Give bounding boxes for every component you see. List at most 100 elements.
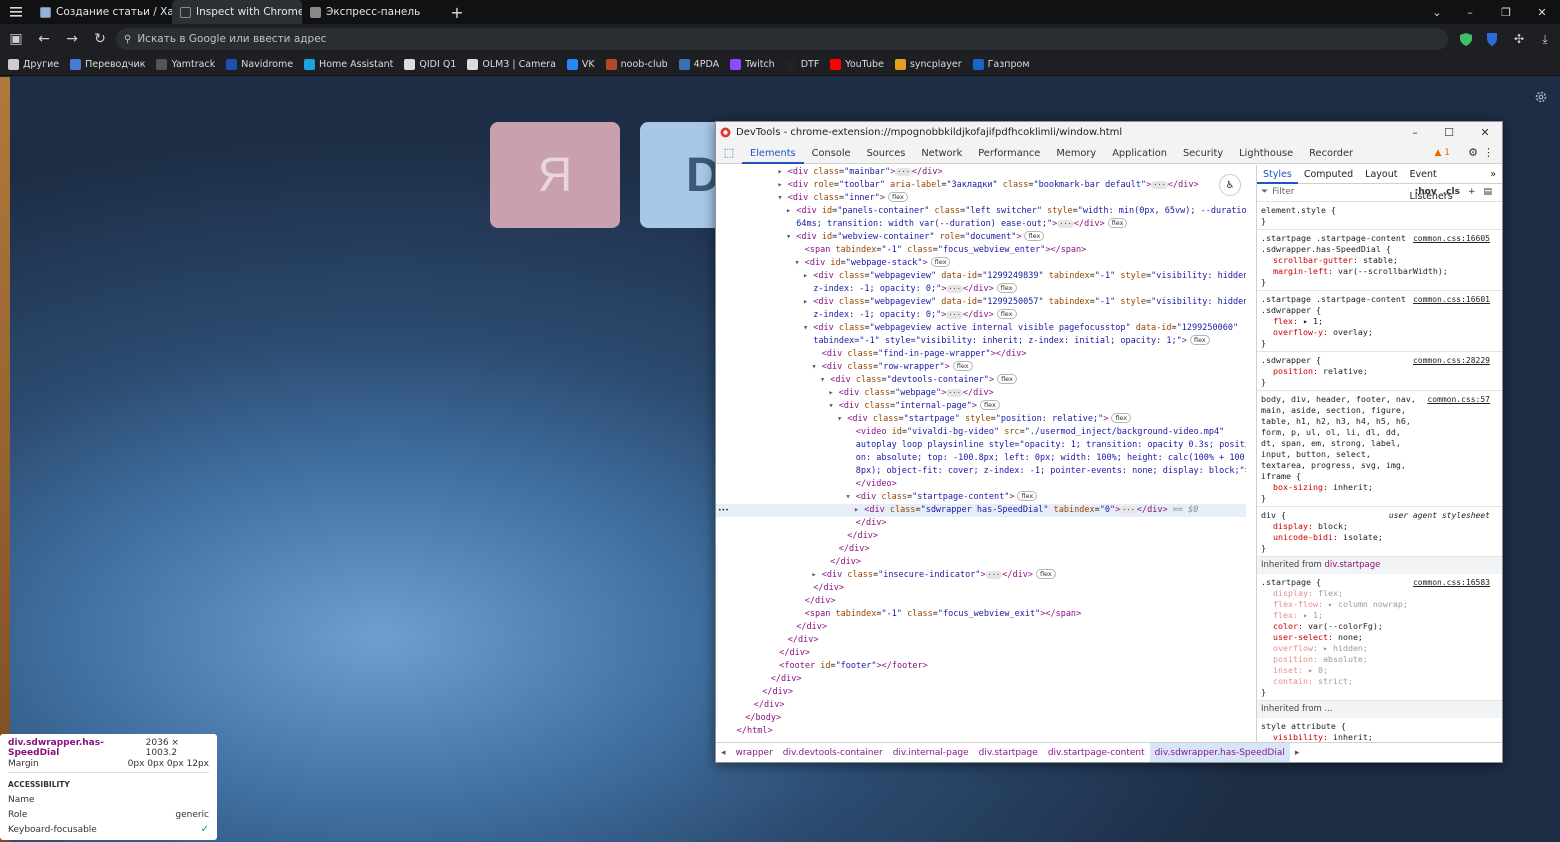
new-tab-button[interactable]: + (442, 3, 472, 22)
new-rule-icon[interactable]: + (1468, 187, 1476, 198)
expand-triangle-icon[interactable]: ▾ (837, 414, 847, 424)
expand-triangle-icon[interactable] (812, 349, 822, 359)
rule-source-link[interactable]: common.css:28229 (1413, 355, 1490, 366)
devtools-tab-application[interactable]: Application (1104, 142, 1175, 164)
breadcrumb-item[interactable]: wrapper (731, 748, 778, 758)
breadcrumb-item[interactable]: div.startpage-content (1043, 748, 1150, 758)
expand-triangle-icon[interactable]: ▸ (778, 167, 788, 177)
bookmark-11[interactable]: DTF (785, 59, 819, 70)
collapsed-ellipsis[interactable]: ··· (946, 311, 963, 319)
dom-node-line[interactable]: </body> (735, 712, 781, 725)
dom-node-line[interactable]: ▸ <div class="webpage"> ··· </div> (829, 387, 994, 400)
expand-triangle-icon[interactable]: ▸ (778, 180, 788, 190)
css-property[interactable]: unicode-bidi: isolate; (1261, 532, 1498, 543)
dom-node-line[interactable]: ▸ <div class="sdwrapper has-SpeedDial" t… (854, 504, 1198, 517)
dom-node-line[interactable]: ▾ <div id="webpage-stack"> flex (795, 257, 951, 270)
css-property[interactable]: overflow-y: overlay; (1261, 327, 1498, 338)
dom-node-line[interactable]: </div> (778, 634, 819, 647)
download-icon[interactable]: ⤓ (1534, 28, 1556, 50)
tab-list-icon[interactable]: ⌄ (1422, 6, 1452, 19)
hov-toggle[interactable]: :hov (1415, 187, 1437, 198)
dom-node-line[interactable]: 64ms; transition: width var(--duration) … (786, 218, 1128, 231)
settings-gear-icon[interactable] (1534, 90, 1548, 104)
devtools-tab-recorder[interactable]: Recorder (1301, 142, 1361, 164)
breadcrumb-item[interactable]: div.internal-page (888, 748, 974, 758)
css-property[interactable]: user-select: none; (1261, 632, 1498, 643)
adguard-icon[interactable] (1455, 28, 1477, 50)
expand-triangle-icon[interactable]: ▸ (812, 570, 822, 580)
bitwarden-icon[interactable] (1481, 28, 1503, 50)
dom-node-line[interactable]: autoplay loop playsinline style="opacity… (846, 439, 1246, 452)
dom-node-line[interactable]: </div> (846, 517, 887, 530)
accessibility-tree-button[interactable]: ♿ (1219, 174, 1241, 196)
dom-node-line[interactable]: </div> (752, 686, 793, 699)
dom-node-line[interactable]: ▸ <div id="panels-container" class="left… (786, 205, 1246, 218)
dt-maximize-icon[interactable]: ☐ (1432, 122, 1466, 142)
bookmark-10[interactable]: Twitch (730, 59, 775, 70)
dom-node-line[interactable]: z-index: -1; opacity: 0;"> ··· </div> flex (803, 309, 1017, 322)
flex-badge[interactable]: flex (979, 400, 1000, 410)
bookmark-5[interactable]: QIDI Q1 (404, 59, 456, 70)
expand-triangle-icon[interactable] (727, 726, 737, 736)
css-property[interactable]: flex: ▸ 1; (1261, 610, 1498, 621)
css-property[interactable]: display: block; (1261, 521, 1498, 532)
expand-triangle-icon[interactable]: ▸ (829, 388, 839, 398)
minimize-icon[interactable]: – (1452, 6, 1488, 19)
expand-triangle-icon[interactable]: ▾ (786, 232, 796, 242)
expand-triangle-icon[interactable] (837, 531, 847, 541)
dom-node-line[interactable]: <div class="find-in-page-wrapper"></div> (812, 348, 1027, 361)
devtools-tab-lighthouse[interactable]: Lighthouse (1231, 142, 1301, 164)
styles-subtab-event-listeners[interactable]: Event Listeners (1403, 165, 1484, 202)
flex-badge[interactable]: flex (1111, 413, 1132, 423)
expand-triangle-icon[interactable]: ▸ (803, 271, 813, 281)
expand-triangle-icon[interactable] (769, 661, 779, 671)
bookmark-8[interactable]: noob-club (605, 59, 668, 70)
css-property[interactable]: scrollbar-gutter: stable; (1261, 255, 1498, 266)
expand-triangle-icon[interactable] (795, 609, 805, 619)
devtools-tab-network[interactable]: Network (913, 142, 970, 164)
menu-button[interactable] (0, 0, 32, 24)
rule-source-link[interactable]: common.css:57 (1427, 394, 1490, 405)
dom-node-line[interactable]: ▸ <div class="webpageview" data-id="1299… (803, 296, 1246, 309)
css-property[interactable]: color: var(--colorFg); (1261, 621, 1498, 632)
flex-badge[interactable]: flex (1107, 218, 1128, 228)
expand-triangle-icon[interactable]: ▾ (795, 258, 805, 268)
flex-badge[interactable]: flex (996, 309, 1017, 319)
devtools-tab-elements[interactable]: Elements (742, 142, 804, 164)
flex-badge[interactable]: flex (997, 374, 1017, 384)
bookmark-2[interactable]: Yamtrack (156, 59, 215, 70)
breadcrumb-item[interactable]: div.startpage (974, 748, 1043, 758)
bookmark-1[interactable]: Переводчик (70, 59, 145, 70)
flex-badge[interactable]: flex (1017, 491, 1038, 501)
css-property[interactable]: overflow: ▸ hidden; (1261, 643, 1498, 654)
reload-icon[interactable]: ↻ (86, 25, 114, 53)
expand-triangle-icon[interactable] (803, 284, 813, 294)
dom-node-line[interactable]: </div> (786, 621, 827, 634)
more-options-icon[interactable]: ⋮ (1483, 146, 1494, 159)
css-property[interactable]: box-sizing: inherit; (1261, 482, 1498, 493)
expand-triangle-icon[interactable]: ▾ (846, 492, 856, 502)
tab-1[interactable]: Inspect with Chrome Devel (172, 0, 302, 24)
row-ellipsis[interactable]: ••• (718, 504, 729, 517)
devtools-tab-console[interactable]: Console (804, 142, 859, 164)
maximize-icon[interactable]: ❐ (1488, 6, 1524, 19)
dom-node-line[interactable]: ▾ <div class="row-wrapper"> flex (812, 361, 973, 374)
dom-node-line[interactable]: ▾ <div class="devtools-container"> flex (820, 374, 1017, 387)
devtools-tab-security[interactable]: Security (1175, 142, 1231, 164)
bookmark-4[interactable]: Home Assistant (304, 59, 393, 70)
dom-node-line[interactable]: 8px); object-fit: cover; z-index: -1; po… (846, 465, 1246, 478)
expand-triangle-icon[interactable] (786, 622, 796, 632)
dom-node-line[interactable]: </div> (744, 699, 785, 712)
bookmark-0[interactable]: Другие (8, 59, 59, 70)
expand-triangle-icon[interactable] (846, 440, 856, 450)
css-property[interactable]: position: relative; (1261, 366, 1498, 377)
dom-node-line[interactable]: </div> (829, 543, 870, 556)
dom-node-line[interactable]: ▸ <div class="mainbar"> ··· </div> (778, 166, 943, 179)
computed-toggle-icon[interactable]: ▤ (1483, 187, 1492, 198)
devtools-tab-memory[interactable]: Memory (1048, 142, 1104, 164)
dom-node-line[interactable]: ▾ <div class="startpage" style="position… (837, 413, 1132, 426)
bookmark-9[interactable]: 4PDA (678, 59, 719, 70)
expand-triangle-icon[interactable] (761, 674, 771, 684)
css-property[interactable]: contain: strict; (1261, 676, 1498, 687)
expand-triangle-icon[interactable] (846, 518, 856, 528)
